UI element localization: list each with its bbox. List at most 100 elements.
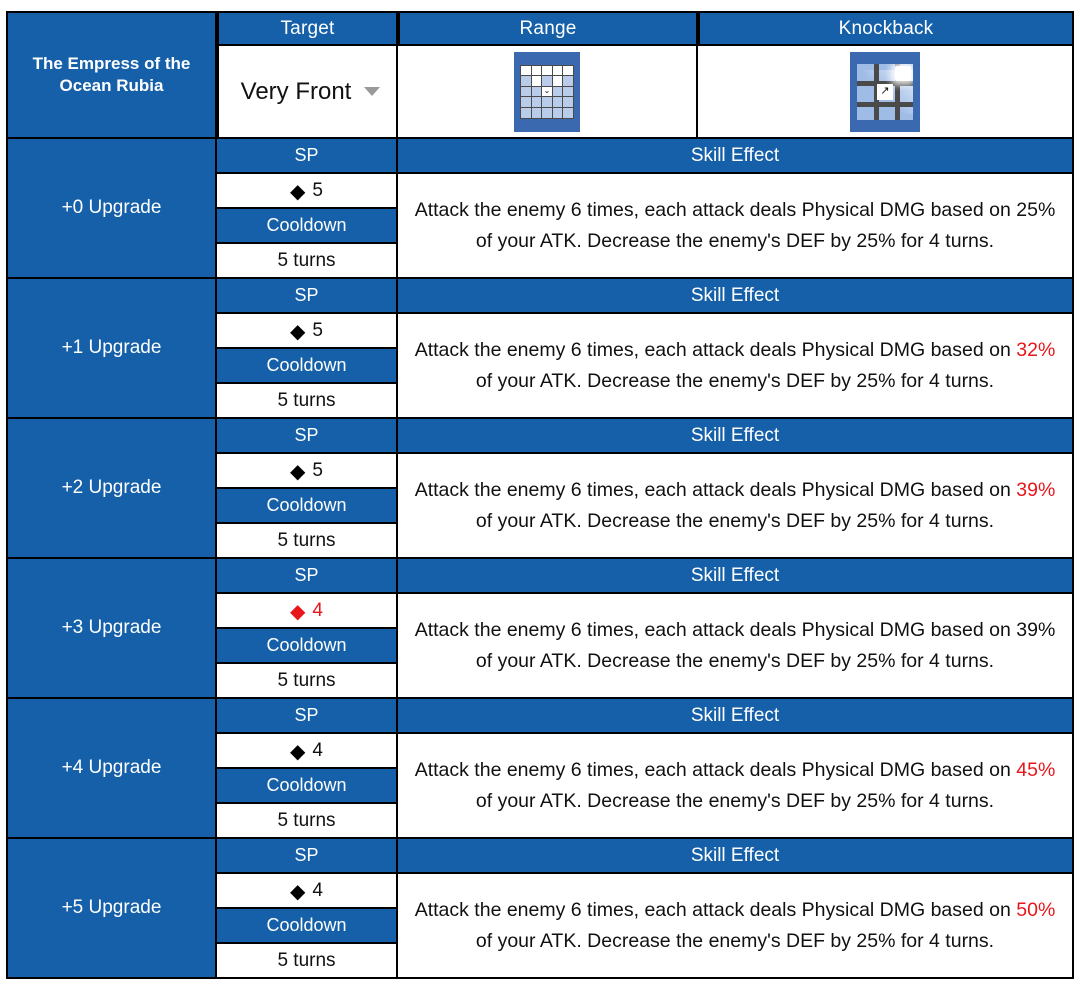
sp-value-cell: ◆ 5 (217, 174, 398, 209)
sp-diamond-icon: ◆ (290, 460, 306, 483)
effect-percent: 50% (1016, 898, 1056, 921)
knockback-column-label: Knockback (838, 17, 934, 39)
cooldown-value: 5 turns (277, 809, 336, 831)
skill-effect-text: Attack the enemy 6 times, each attack de… (412, 475, 1058, 537)
cooldown-value-cell: 5 turns (217, 664, 398, 699)
skill-effect-text: Attack the enemy 6 times, each attack de… (412, 755, 1058, 817)
effect-percent: 39% (1016, 618, 1056, 641)
effect-text-post: of your ATK. Decrease the enemy's DEF by… (475, 649, 995, 672)
sp-header: SP (217, 139, 398, 174)
sp-value-cell: ◆ 4 (217, 734, 398, 769)
range-column: Range ⌄ (398, 11, 698, 139)
upgrade-label: +3 Upgrade (61, 617, 162, 638)
skill-effect-header-label: Skill Effect (690, 844, 780, 866)
effect-percent: 25% (1016, 198, 1056, 221)
skill-effect-text: Attack the enemy 6 times, each attack de… (412, 615, 1058, 677)
target-value-cell[interactable]: Very Front (217, 46, 398, 139)
range-column-header: Range (398, 11, 698, 46)
sp-header: SP (217, 559, 398, 594)
sp-header: SP (217, 699, 398, 734)
sp-header-label: SP (294, 425, 319, 445)
knockback-grid: ↗ (857, 63, 913, 120)
range-grid: ⌄ (520, 64, 574, 119)
sp-diamond-icon: ◆ (290, 880, 306, 903)
target-column-label: Target (280, 17, 335, 39)
sp-header-label: SP (294, 285, 319, 305)
sp-header: SP (217, 279, 398, 314)
effect-text-pre: Attack the enemy 6 times, each attack de… (414, 618, 1017, 641)
sp-value: 5 (312, 319, 323, 341)
skill-effect-header: Skill Effect (398, 839, 1074, 874)
skill-effect-column: Skill Effect Attack the enemy 6 times, ea… (398, 139, 1074, 279)
effect-text-pre: Attack the enemy 6 times, each attack de… (414, 758, 1017, 781)
skill-effect-header-label: Skill Effect (690, 284, 780, 306)
effect-text-pre: Attack the enemy 6 times, each attack de… (414, 898, 1017, 921)
knockback-grid-icon: ↗ (850, 51, 920, 132)
range-grid-icon: ⌄ (514, 51, 580, 132)
skill-table: The Empress of the Ocean Rubia Target Ve… (6, 11, 1074, 979)
cooldown-header-label: Cooldown (266, 635, 347, 655)
effect-percent: 32% (1016, 338, 1056, 361)
sp-diamond-icon: ◆ (290, 320, 306, 343)
upgrade-label-cell: +0 Upgrade (6, 139, 217, 279)
skill-effect-header: Skill Effect (398, 139, 1074, 174)
skill-effect-text: Attack the enemy 6 times, each attack de… (412, 335, 1058, 397)
sp-header-label: SP (294, 145, 319, 165)
skill-effect-header-label: Skill Effect (690, 144, 780, 166)
upgrade-label-cell: +3 Upgrade (6, 559, 217, 699)
cooldown-value-cell: 5 turns (217, 244, 398, 279)
skill-effect-header: Skill Effect (398, 559, 1074, 594)
cooldown-header: Cooldown (217, 629, 398, 664)
cooldown-header-label: Cooldown (266, 775, 347, 795)
skill-header-band: The Empress of the Ocean Rubia Target Ve… (6, 11, 1074, 139)
range-value-cell: ⌄ (398, 46, 698, 139)
effect-text-post: of your ATK. Decrease the enemy's DEF by… (475, 789, 995, 812)
sp-diamond-icon: ◆ (290, 600, 306, 623)
sp-value: 5 (312, 459, 323, 481)
character-name: The Empress of the Ocean Rubia (32, 53, 191, 95)
effect-text-pre: Attack the enemy 6 times, each attack de… (414, 478, 1017, 501)
target-value: Very Front (240, 77, 352, 105)
upgrade-row: +0 Upgrade SP ◆ 5 Cooldown 5 turns Skill Effec… (6, 139, 1074, 279)
skill-effect-text-cell: Attack the enemy 6 times, each attack de… (398, 174, 1074, 279)
upgrade-label: +4 Upgrade (61, 757, 162, 778)
cooldown-header-label: Cooldown (266, 495, 347, 515)
upgrade-label-cell: +5 Upgrade (6, 839, 217, 979)
target-column-header: Target (217, 11, 398, 46)
knockback-value-cell: ↗ (698, 46, 1074, 139)
skill-effect-column: Skill Effect Attack the enemy 6 times, ea… (398, 699, 1074, 839)
upgrade-row: +4 Upgrade SP ◆ 4 Cooldown 5 turns Skill Effec… (6, 699, 1074, 839)
cooldown-header: Cooldown (217, 909, 398, 944)
knockback-column: Knockback ↗ (698, 11, 1074, 139)
cooldown-header-label: Cooldown (266, 915, 347, 935)
sp-cooldown-stack: SP ◆ 4 Cooldown 5 turns (217, 699, 398, 839)
sp-cooldown-stack: SP ◆ 5 Cooldown 5 turns (217, 419, 398, 559)
sp-value-cell: ◆ 5 (217, 314, 398, 349)
sp-diamond-icon: ◆ (290, 180, 306, 203)
cooldown-value: 5 turns (277, 529, 336, 551)
skill-effect-header-label: Skill Effect (690, 704, 780, 726)
effect-percent: 45% (1016, 758, 1056, 781)
character-name-cell: The Empress of the Ocean Rubia (6, 11, 217, 139)
upgrade-label: +0 Upgrade (61, 197, 162, 218)
skill-effect-header: Skill Effect (398, 279, 1074, 314)
caster-marker: ⌄ (543, 86, 551, 96)
upgrade-row: +1 Upgrade SP ◆ 5 Cooldown 5 turns Skill Effec… (6, 279, 1074, 419)
knockback-flash-icon (895, 65, 911, 81)
skill-effect-header: Skill Effect (398, 699, 1074, 734)
skill-effect-column: Skill Effect Attack the enemy 6 times, ea… (398, 419, 1074, 559)
cooldown-value: 5 turns (277, 949, 336, 971)
upgrade-label: +1 Upgrade (61, 337, 162, 358)
upgrade-label-cell: +4 Upgrade (6, 699, 217, 839)
sp-header-label: SP (294, 705, 319, 725)
target-column: Target Very Front (217, 11, 398, 139)
effect-text-post: of your ATK. Decrease the enemy's DEF by… (475, 369, 995, 392)
chevron-down-icon[interactable] (364, 87, 381, 96)
range-column-label: Range (519, 17, 577, 39)
cooldown-value-cell: 5 turns (217, 524, 398, 559)
cooldown-value: 5 turns (277, 669, 336, 691)
header-columns: Target Very Front Range ⌄ Knockback ↗ (217, 11, 1074, 139)
upgrade-row: +3 Upgrade SP ◆ 4 Cooldown 5 turns Skill Effec… (6, 559, 1074, 699)
sp-value-cell: ◆ 4 (217, 874, 398, 909)
skill-effect-column: Skill Effect Attack the enemy 6 times, ea… (398, 839, 1074, 979)
